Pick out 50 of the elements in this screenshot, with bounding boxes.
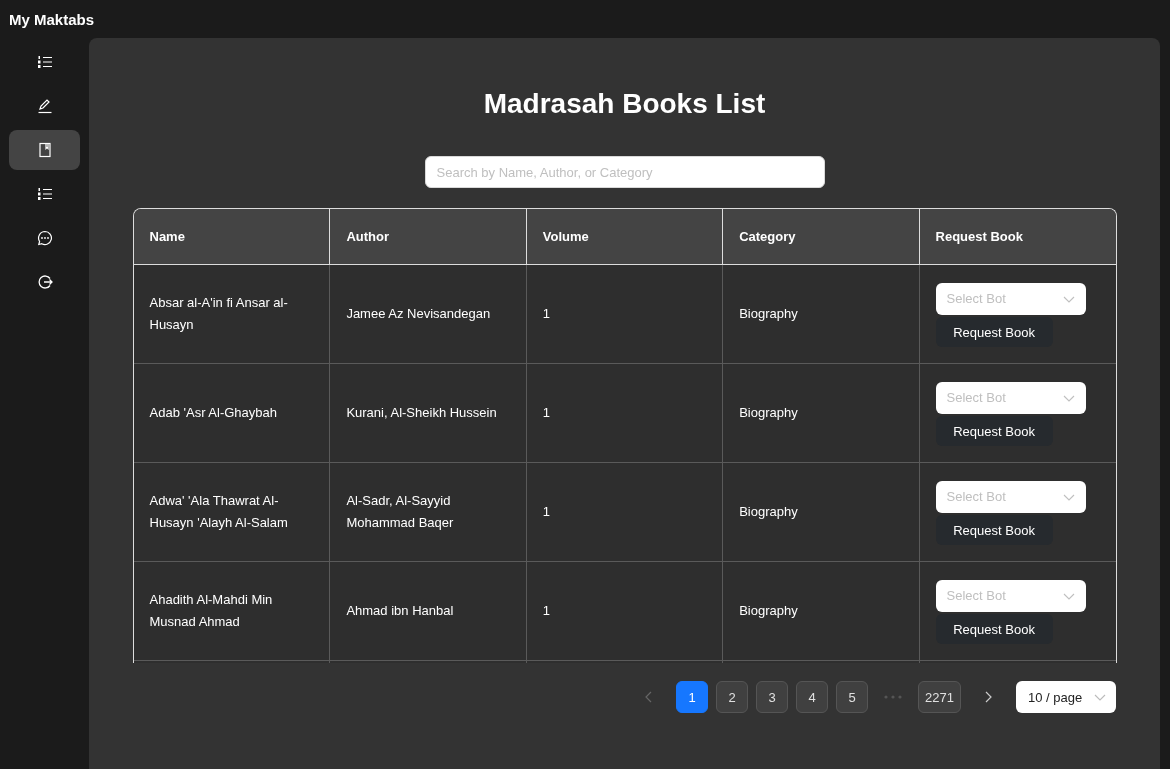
table-cell: Jamee Az Nevisandegan	[346, 306, 491, 321]
list-icon	[36, 186, 53, 202]
chevron-left-icon	[645, 691, 653, 703]
page-button[interactable]: 3	[756, 681, 789, 713]
table-cell: Adab 'Asr Al-Ghaybah	[149, 405, 277, 420]
page-button[interactable]: 2271	[918, 681, 961, 713]
pencil-icon	[36, 98, 53, 114]
chevron-right-icon	[985, 691, 992, 703]
table-cell: 1	[542, 405, 550, 420]
request-book-button[interactable]: Request Book	[935, 614, 1053, 644]
table-cell: Biography	[739, 504, 798, 519]
table-cell: Ahmad ibn Hanbal	[346, 603, 454, 618]
app-title: My Maktabs	[9, 10, 95, 28]
table-cell: Kurani, Al-Sheikh Hussein	[346, 405, 497, 420]
table-cell: Biography	[739, 603, 798, 618]
page-title: Madrasah Books List	[483, 88, 766, 120]
chevron-down-icon	[1094, 693, 1106, 701]
page-button[interactable]: 4	[796, 681, 829, 713]
column-header: Volume	[526, 209, 723, 265]
request-book-button[interactable]: Request Book	[935, 317, 1053, 347]
table-cell: 1	[542, 504, 550, 519]
chevron-down-icon	[1062, 295, 1075, 303]
request-book-button[interactable]: Request Book	[935, 416, 1053, 446]
page-button[interactable]: 5	[836, 681, 869, 713]
column-header: Category	[722, 209, 920, 265]
chevron-down-icon	[1062, 592, 1075, 600]
chat-bubble-icon	[36, 230, 53, 246]
chevron-down-icon	[1062, 493, 1075, 501]
chevron-down-icon	[1062, 394, 1075, 402]
ellipsis-icon	[884, 695, 903, 699]
request-book-button[interactable]: Request Book	[935, 515, 1053, 545]
column-header: Request Book	[919, 209, 1116, 265]
table-cell: Al-Sadr, Al-Sayyid Mohammad Baqer	[346, 493, 454, 530]
table-cell: Absar al-A'in fi Ansar al-Husayn	[149, 295, 288, 332]
book-icon	[36, 142, 53, 158]
search-field[interactable]: Search by Name, Author, or Category	[424, 156, 825, 188]
table-cell: Ahadith Al-Mahdi Min Musnad Ahmad	[149, 592, 273, 629]
column-header: Name	[133, 209, 330, 265]
table-cell: Biography	[739, 306, 798, 321]
table-cell: Biography	[739, 405, 798, 420]
list-icon	[36, 54, 53, 70]
page-button[interactable]: 1	[676, 681, 709, 713]
column-header: Author	[329, 209, 527, 265]
logout-icon	[36, 274, 53, 290]
page-size-select[interactable]: 10 / page	[1016, 681, 1116, 713]
table-cell: 1	[542, 306, 550, 321]
table-cell: Adwa' 'Ala Thawrat Al-Husayn 'Alayh Al-Salam	[149, 493, 288, 530]
sidebar-item[interactable]	[9, 130, 80, 170]
table-cell: 1	[542, 603, 550, 618]
page-button[interactable]: 2	[716, 681, 749, 713]
